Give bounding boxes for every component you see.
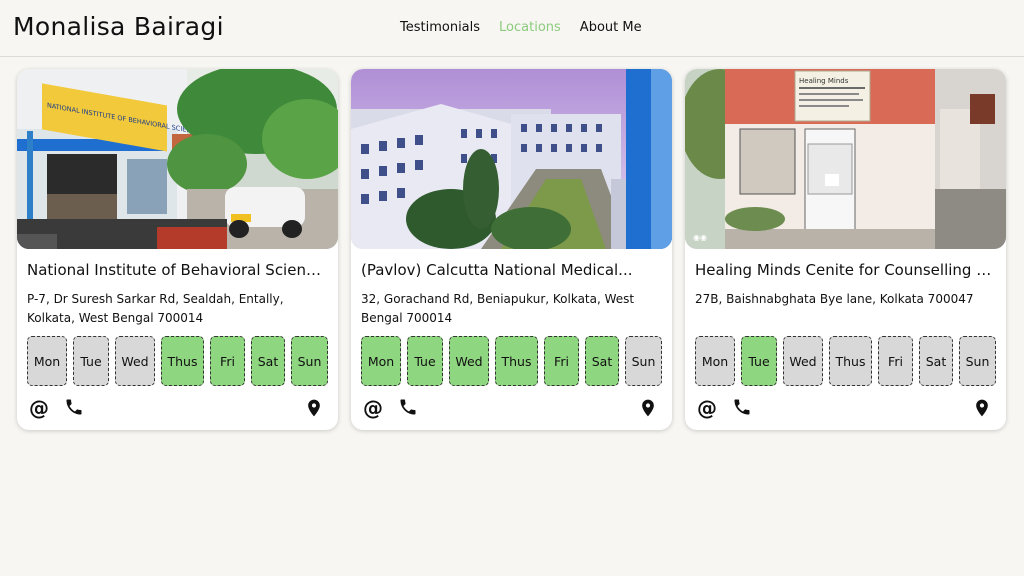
at-icon[interactable]: @ [29, 397, 51, 419]
location-card: Healing Minds ◉◉ Healing Minds Cenite fo… [685, 69, 1006, 430]
day-mon: Mon [27, 336, 67, 386]
location-title: Healing Minds Cenite for Counselling an.… [695, 261, 997, 279]
location-card: NATIONAL INSTITUTE OF BEHAVIORAL SCIENCE… [17, 69, 338, 430]
day-fri: Fri [544, 336, 579, 386]
day-wed: Wed [449, 336, 489, 386]
at-icon[interactable]: @ [697, 397, 719, 419]
map-pin-icon[interactable] [972, 397, 994, 419]
day-sun: Sun [959, 336, 996, 386]
card-actions: @ [27, 397, 328, 419]
location-photo [351, 69, 672, 249]
photo-signboard-text: Healing Minds [799, 77, 849, 85]
nav-locations[interactable]: Locations [499, 20, 561, 35]
location-title: National Institute of Behavioral Science… [27, 261, 329, 279]
weekday-schedule: Mon Tue Wed Thus Fri Sat Sun [27, 336, 328, 386]
location-address: P-7, Dr Suresh Sarkar Rd, Sealdah, Ental… [27, 292, 284, 325]
day-tue: Tue [741, 336, 777, 386]
day-thus: Thus [829, 336, 872, 386]
day-mon: Mon [361, 336, 401, 386]
day-fri: Fri [878, 336, 913, 386]
at-icon[interactable]: @ [363, 397, 385, 419]
weekday-schedule: Mon Tue Wed Thus Fri Sat Sun [361, 336, 662, 386]
day-mon: Mon [695, 336, 735, 386]
location-title: (Pavlov) Calcutta National Medical... [361, 261, 633, 279]
weekday-schedule: Mon Tue Wed Thus Fri Sat Sun [695, 336, 996, 386]
brand-title[interactable]: Monalisa Bairagi [13, 12, 224, 41]
location-address: 32, Gorachand Rd, Beniapukur, Kolkata, W… [361, 292, 635, 325]
day-tue: Tue [407, 336, 443, 386]
site-header: Monalisa Bairagi Testimonials Locations … [0, 0, 1024, 57]
nav-testimonials[interactable]: Testimonials [400, 20, 480, 35]
location-address: 27B, Baishnabghata Bye lane, Kolkata 700… [695, 292, 974, 306]
location-cards: NATIONAL INSTITUTE OF BEHAVIORAL SCIENCE… [17, 69, 1006, 430]
day-wed: Wed [783, 336, 823, 386]
day-sat: Sat [585, 336, 619, 386]
day-thus: Thus [495, 336, 538, 386]
location-photo: NATIONAL INSTITUTE OF BEHAVIORAL SCIENCE… [17, 69, 338, 249]
card-actions: @ [695, 397, 996, 419]
day-thus: Thus [161, 336, 204, 386]
nav-about-me[interactable]: About Me [580, 20, 642, 35]
map-pin-icon[interactable] [638, 397, 660, 419]
card-actions: @ [361, 397, 662, 419]
day-sat: Sat [251, 336, 285, 386]
day-sat: Sat [919, 336, 953, 386]
phone-icon[interactable] [398, 397, 420, 419]
map-pin-icon[interactable] [304, 397, 326, 419]
day-tue: Tue [73, 336, 109, 386]
location-photo: Healing Minds ◉◉ [685, 69, 1006, 249]
svg-text:◉◉: ◉◉ [693, 233, 707, 242]
day-fri: Fri [210, 336, 245, 386]
phone-icon[interactable] [732, 397, 754, 419]
phone-icon[interactable] [64, 397, 86, 419]
location-card: (Pavlov) Calcutta National Medical... 32… [351, 69, 672, 430]
day-sun: Sun [291, 336, 328, 386]
day-wed: Wed [115, 336, 155, 386]
main-nav: Testimonials Locations About Me [400, 20, 661, 35]
day-sun: Sun [625, 336, 662, 386]
